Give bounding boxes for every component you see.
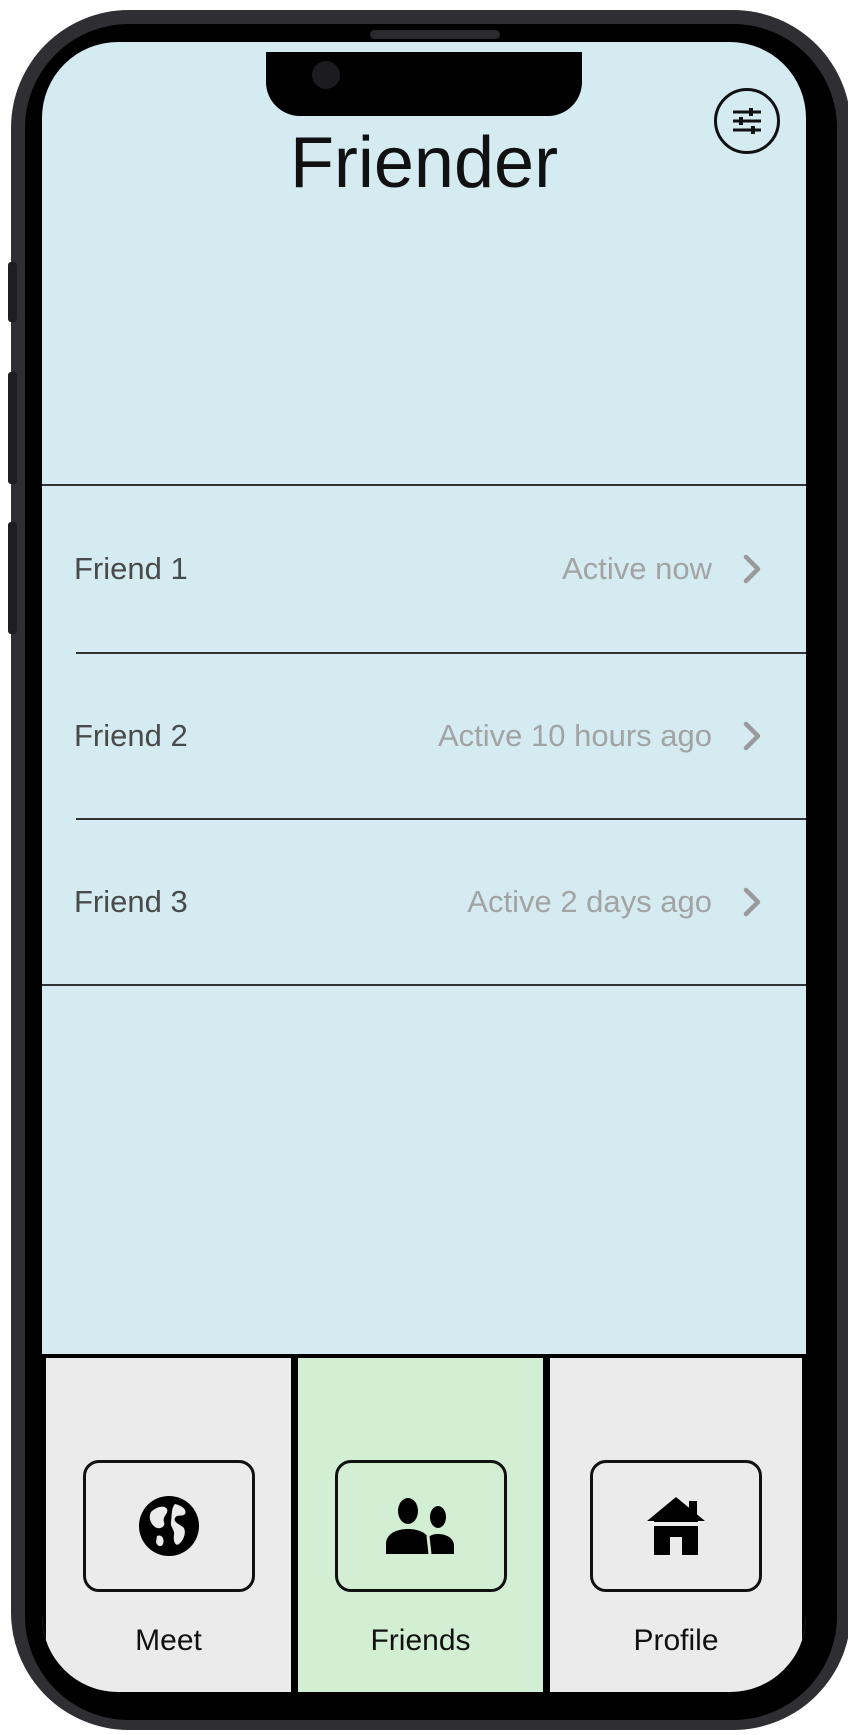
friend-row-3[interactable]: Friend 3 Active 2 days ago — [42, 819, 806, 985]
front-camera — [312, 61, 340, 89]
notch — [266, 52, 582, 116]
chevron-right-icon — [738, 718, 766, 754]
chevron-right-icon — [738, 551, 766, 587]
tab-label: Friends — [370, 1624, 471, 1657]
friend-status: Active 2 days ago — [467, 884, 712, 919]
tab-icon-frame — [590, 1460, 762, 1592]
tab-icon-frame — [82, 1460, 255, 1592]
tab-profile[interactable]: Profile — [550, 1358, 802, 1692]
friend-name: Friend 3 — [74, 884, 188, 919]
list-bottom-divider — [42, 984, 806, 986]
speaker-grille — [370, 30, 500, 39]
friend-status: Active now — [562, 551, 712, 586]
friend-row-2[interactable]: Friend 2 Active 10 hours ago — [42, 653, 806, 819]
sliders-icon — [733, 108, 761, 134]
volume-down-button — [8, 522, 17, 634]
tab-meet[interactable]: Meet — [46, 1358, 291, 1692]
tab-friends[interactable]: Friends — [298, 1358, 543, 1692]
friend-name: Friend 1 — [74, 551, 188, 586]
tab-label: Profile — [633, 1624, 719, 1657]
friends-icon — [385, 1498, 454, 1555]
tab-icon-frame — [334, 1460, 507, 1592]
globe-icon — [138, 1496, 199, 1556]
filter-button[interactable] — [714, 88, 780, 154]
friend-status: Active 10 hours ago — [437, 718, 712, 753]
app-screen: Friender Friend 1 Active now Friend 2 Ac… — [42, 42, 806, 1692]
mute-switch — [8, 262, 17, 322]
volume-up-button — [8, 372, 17, 484]
tab-bar: Meet Friends Profile — [42, 1354, 806, 1692]
friend-name: Friend 2 — [74, 718, 188, 753]
page-title: Friender — [289, 123, 559, 203]
home-icon — [647, 1497, 705, 1555]
chevron-right-icon — [738, 884, 766, 920]
friend-row-1[interactable]: Friend 1 Active now — [42, 486, 806, 652]
tab-label: Meet — [135, 1624, 202, 1657]
